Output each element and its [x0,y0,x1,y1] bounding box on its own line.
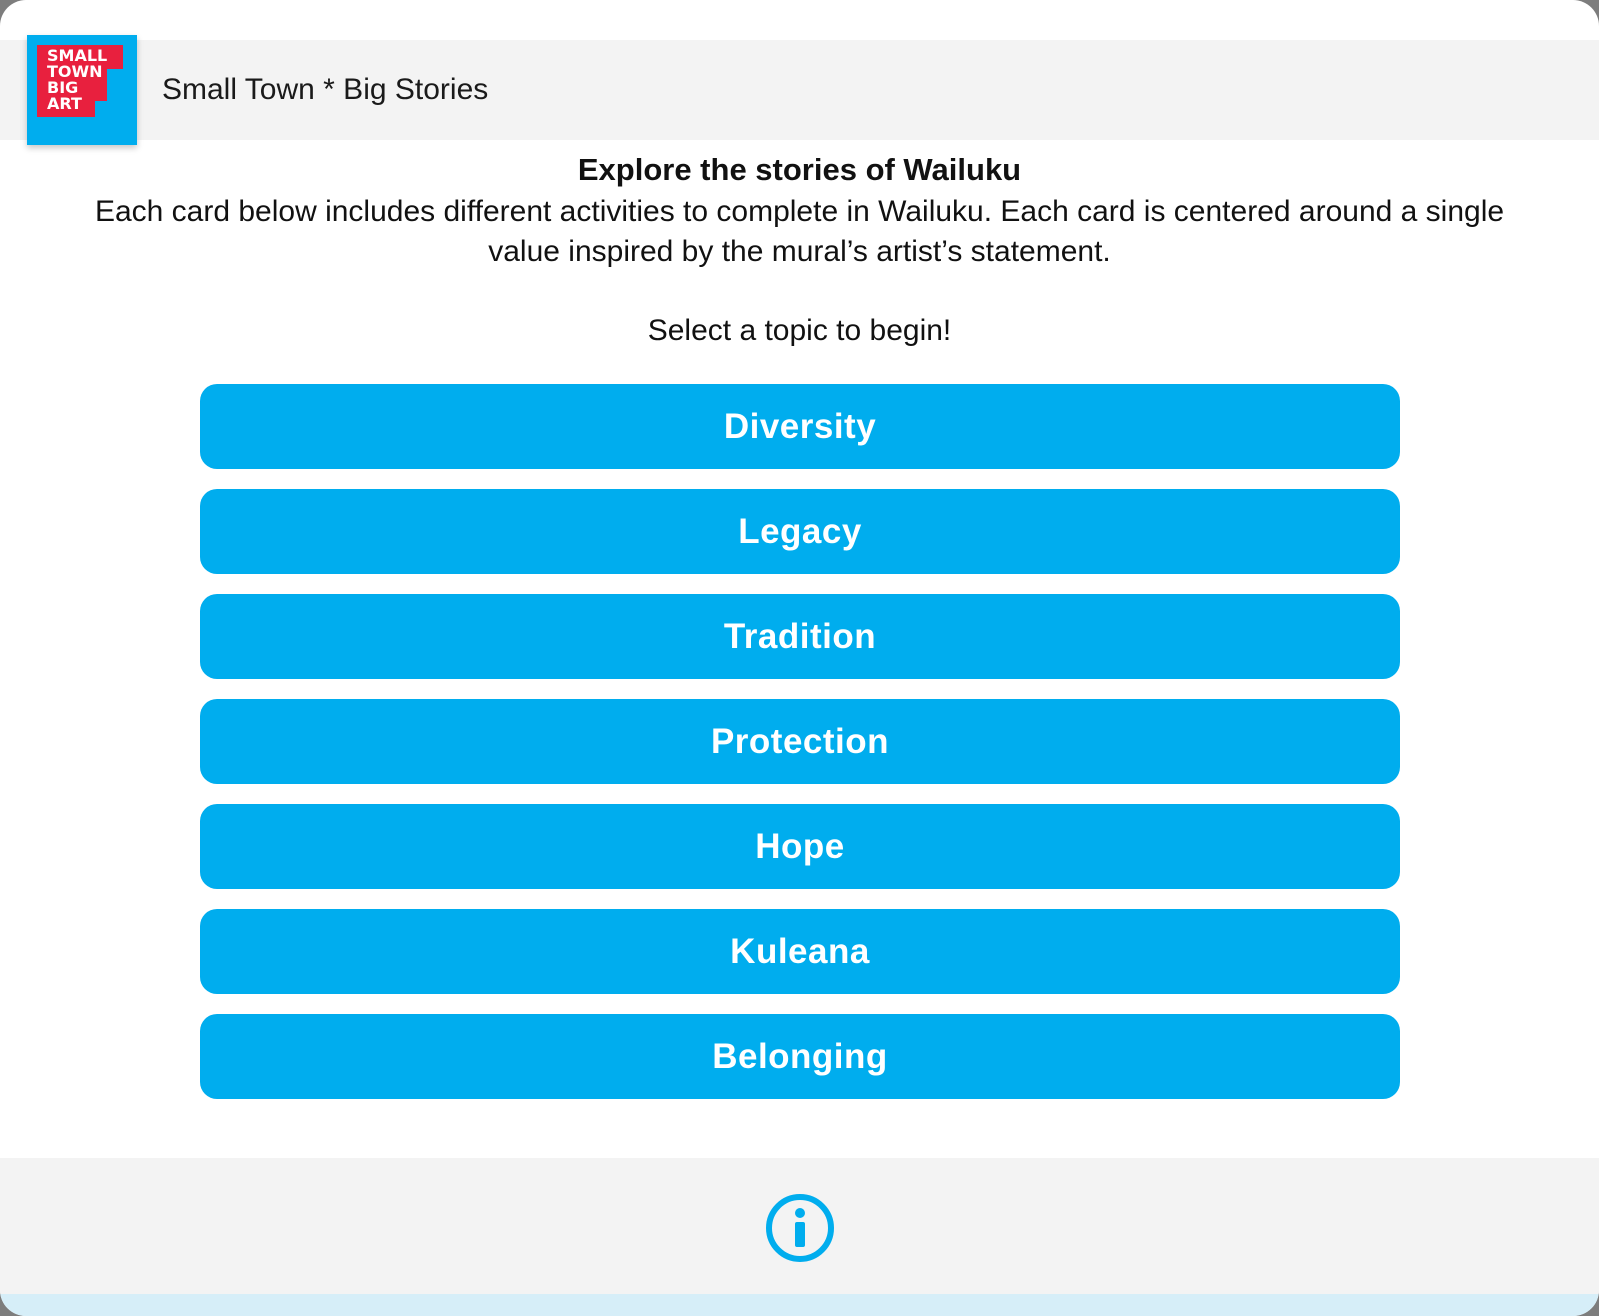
topic-button-kuleana[interactable]: Kuleana [200,909,1400,994]
topic-list: Diversity Legacy Tradition Protection Ho… [200,384,1400,1119]
logo-line-4: ART [47,94,82,113]
small-town-big-art-logo: SMALL TOWN BIG ART [27,35,137,145]
topic-button-belonging[interactable]: Belonging [200,1014,1400,1099]
bottom-bar [0,1294,1599,1316]
app-title: Small Town * Big Stories [162,73,489,106]
app-footer [0,1158,1599,1294]
select-topic-prompt: Select a topic to begin! [647,314,952,347]
page-heading: Explore the stories of Wailuku [577,152,1022,187]
page-description: Each card below includes different activ… [94,195,1505,268]
topic-button-hope[interactable]: Hope [200,804,1400,889]
topic-button-legacy[interactable]: Legacy [200,489,1400,574]
info-icon[interactable] [764,1192,836,1264]
topic-button-diversity[interactable]: Diversity [200,384,1400,469]
topic-button-tradition[interactable]: Tradition [200,594,1400,679]
topic-button-protection[interactable]: Protection [200,699,1400,784]
logo-graphic: SMALL TOWN BIG ART [37,45,123,117]
app-window: SMALL TOWN BIG ART Small Town * Big Stor… [0,0,1599,1316]
